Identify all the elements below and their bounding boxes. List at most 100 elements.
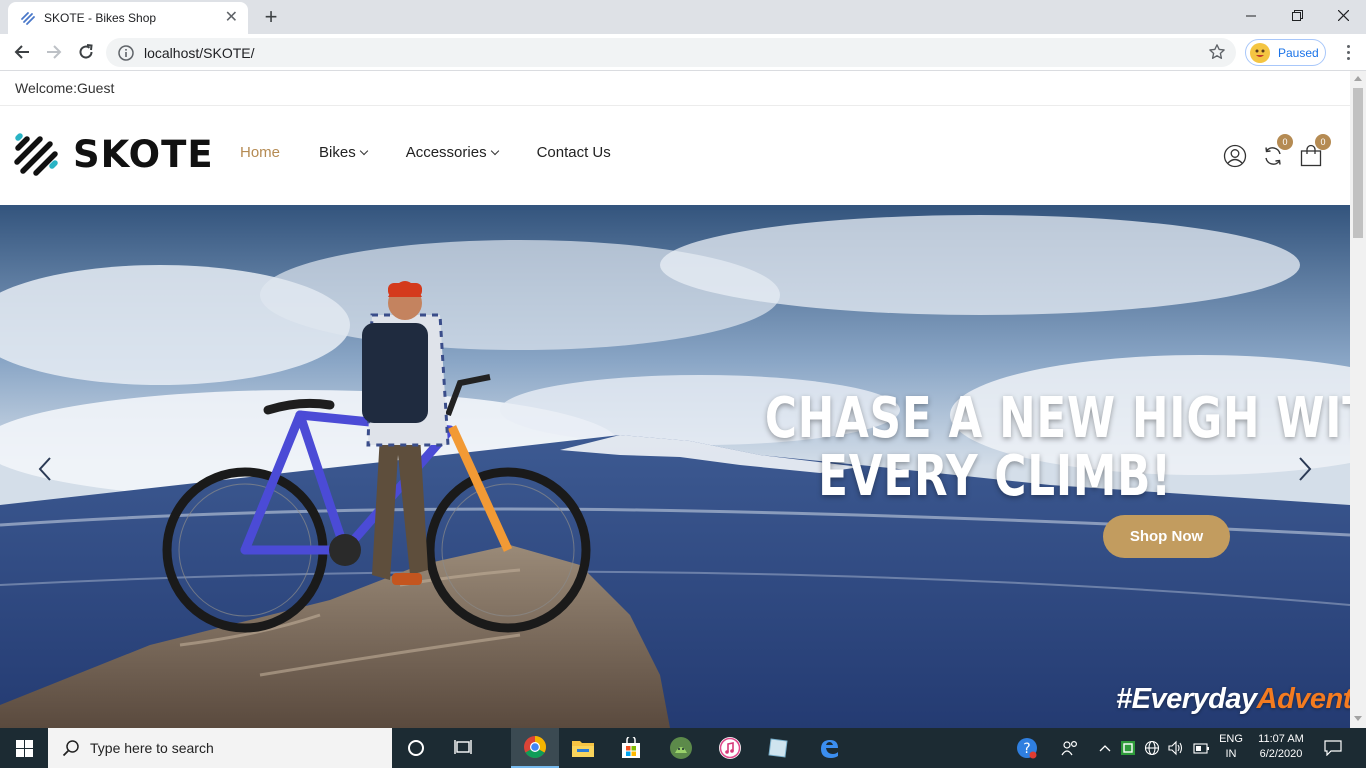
arrow-left-icon <box>14 45 29 59</box>
browser-toolbar: localhost/SKOTE/ Paused <box>0 34 1366 71</box>
language-indicator[interactable]: ENG IN <box>1216 732 1246 762</box>
site-favicon-icon <box>21 12 35 25</box>
profile-status-label: Paused <box>1278 45 1319 60</box>
people-tray-button[interactable] <box>1058 728 1082 768</box>
site-logo[interactable]: SKOTE <box>14 132 214 177</box>
chevron-left-icon <box>38 457 51 481</box>
taskbar-file-explorer[interactable] <box>559 728 607 768</box>
scroll-up-icon[interactable] <box>1354 76 1362 81</box>
browser-menu-button[interactable] <box>1338 38 1358 66</box>
start-button[interactable] <box>0 728 48 768</box>
forward-button[interactable] <box>40 38 68 66</box>
bookmark-star-icon[interactable] <box>1208 43 1226 61</box>
battery-tray-button[interactable] <box>1190 728 1212 768</box>
tab-close-icon[interactable]: ✕ <box>225 10 238 26</box>
arrow-right-icon <box>47 45 62 59</box>
hero-slider: CHASE A NEW HIGH WITH EVERY CLIMB! Shop … <box>0 205 1350 728</box>
notes-app-icon <box>768 738 788 758</box>
taskbar-search-box[interactable]: Type here to search <box>48 728 392 768</box>
tab-title: SKOTE - Bikes Shop <box>44 11 157 25</box>
back-button[interactable] <box>8 38 36 66</box>
brand-name: SKOTE <box>73 133 214 176</box>
reload-icon <box>79 44 93 59</box>
url-text: localhost/SKOTE/ <box>144 44 255 61</box>
slider-prev-button[interactable] <box>36 455 54 483</box>
slider-next-button[interactable] <box>1296 455 1314 483</box>
tray-app-button[interactable] <box>1118 728 1138 768</box>
nav-accessories[interactable]: Accessories <box>405 144 499 161</box>
restore-button[interactable] <box>1274 0 1320 30</box>
taskbar-store[interactable] <box>607 728 655 768</box>
help-icon: ? <box>1017 738 1037 759</box>
compare-button[interactable]: 0 <box>1261 134 1293 168</box>
hero-headline-line2: EVERY CLIMB! <box>818 444 1172 509</box>
cortana-circle-icon <box>408 740 424 756</box>
address-bar[interactable]: localhost/SKOTE/ <box>106 38 1236 67</box>
tray-app-icon <box>1121 741 1135 755</box>
itunes-icon <box>719 737 741 759</box>
chevron-up-icon <box>1099 745 1111 752</box>
speaker-icon <box>1168 740 1183 756</box>
chevron-right-icon <box>1299 457 1312 481</box>
action-center-button[interactable] <box>1318 728 1348 768</box>
browser-tab[interactable]: SKOTE - Bikes Shop ✕ <box>8 2 248 34</box>
minimize-button[interactable] <box>1228 0 1274 30</box>
nav-home[interactable]: Home <box>240 144 280 161</box>
main-navigation: Home Bikes Accessories Contact Us <box>240 144 650 161</box>
minimize-icon <box>1245 15 1256 16</box>
taskbar-itunes[interactable] <box>706 728 754 768</box>
notification-icon <box>1324 740 1342 756</box>
show-hidden-icons-button[interactable] <box>1096 728 1114 768</box>
site-header: SKOTE Home Bikes Accessories Contact Us … <box>0 106 1350 205</box>
scrollbar-thumb[interactable] <box>1353 88 1363 238</box>
close-window-button[interactable] <box>1320 0 1366 30</box>
new-tab-button[interactable]: + <box>258 4 284 30</box>
logo-stripes-icon <box>14 133 58 176</box>
language-code: ENG <box>1219 733 1243 745</box>
profile-paused-button[interactable]: Paused <box>1245 39 1326 66</box>
cart-button[interactable]: 0 <box>1299 134 1331 168</box>
edge-icon <box>821 740 838 758</box>
clock-time: 11:07 AM <box>1258 733 1304 745</box>
taskbar-android-studio[interactable] <box>657 728 705 768</box>
scroll-down-icon[interactable] <box>1354 716 1362 721</box>
search-placeholder: Type here to search <box>90 740 214 756</box>
taskbar-notes-app[interactable] <box>755 728 803 768</box>
volume-tray-button[interactable] <box>1166 728 1186 768</box>
people-icon <box>1061 740 1078 756</box>
page-scrollbar[interactable] <box>1350 71 1366 728</box>
nav-contact-label: Contact Us <box>536 144 611 161</box>
taskbar-chrome[interactable] <box>511 728 559 768</box>
account-button[interactable] <box>1223 144 1247 168</box>
reload-button[interactable] <box>72 38 100 66</box>
compare-count-badge: 0 <box>1277 134 1293 150</box>
nav-bikes-label: Bikes <box>319 144 356 161</box>
hero-headline: CHASE A NEW HIGH WITH EVERY CLIMB! <box>765 390 1350 509</box>
nav-accessories-label: Accessories <box>405 144 487 161</box>
welcome-bar: Welcome:Guest <box>0 71 1350 106</box>
chevron-down-icon <box>359 146 368 156</box>
windows-logo-icon <box>15 739 33 757</box>
android-studio-icon <box>670 737 692 759</box>
browser-tab-strip: SKOTE - Bikes Shop ✕ + <box>0 0 1366 34</box>
cart-count-badge: 0 <box>1315 134 1331 150</box>
info-icon[interactable] <box>118 44 134 61</box>
profile-avatar-icon <box>1250 42 1270 63</box>
taskbar-clock[interactable]: 11:07 AM 6/2/2020 <box>1250 732 1312 762</box>
folder-icon <box>572 741 594 757</box>
chrome-icon <box>524 736 546 758</box>
close-icon <box>1337 9 1349 21</box>
task-view-button[interactable] <box>440 728 488 768</box>
region-code: IN <box>1225 748 1237 760</box>
clock-date: 6/2/2020 <box>1259 748 1303 760</box>
task-view-icon <box>454 740 472 754</box>
taskbar-edge[interactable] <box>805 728 853 768</box>
chevron-down-icon <box>490 146 499 156</box>
cortana-button[interactable] <box>392 728 440 768</box>
nav-contact-us[interactable]: Contact Us <box>537 144 611 161</box>
help-tray-button[interactable]: ? <box>1014 728 1040 768</box>
hero-hashtag: #EverydayAdventure <box>1116 683 1350 716</box>
shop-now-button[interactable]: Shop Now <box>1103 515 1230 558</box>
nav-bikes[interactable]: Bikes <box>319 144 368 161</box>
network-tray-button[interactable] <box>1142 728 1162 768</box>
